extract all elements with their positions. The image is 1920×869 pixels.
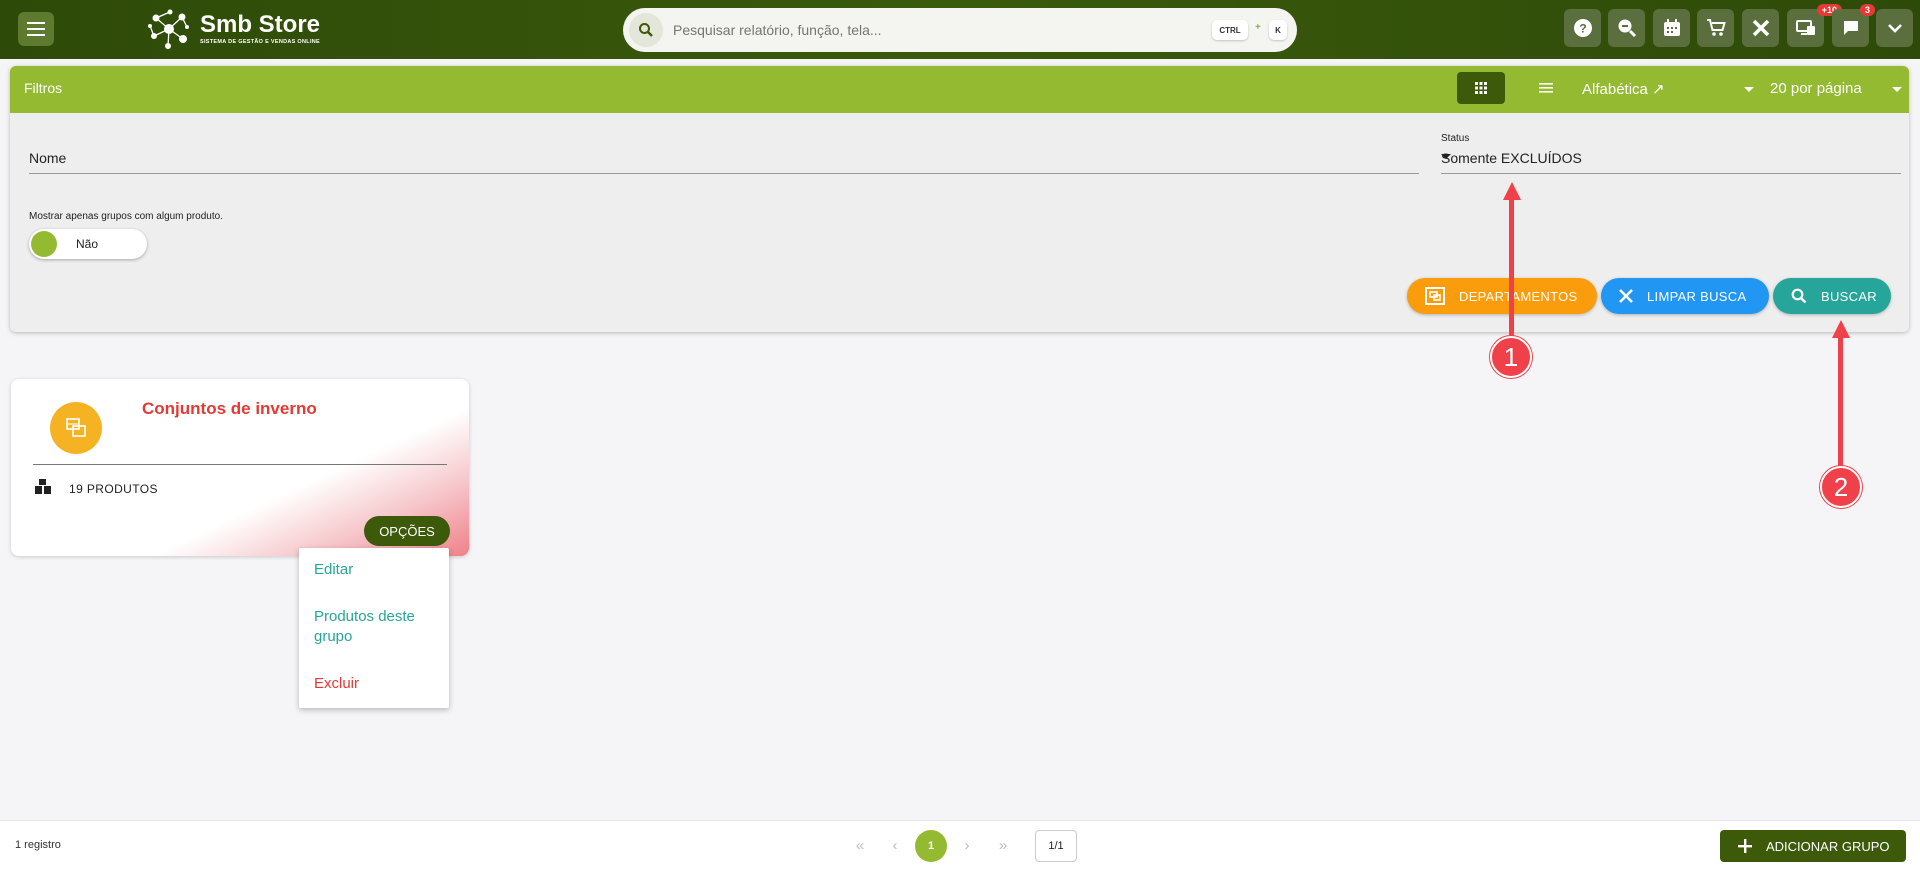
caret-down-icon <box>1892 87 1902 92</box>
tools-button[interactable] <box>1742 9 1779 47</box>
shortcut-ctrl-key: CTRL <box>1212 20 1248 40</box>
toggle-value: Não <box>76 237 99 251</box>
help-icon: ? <box>1573 19 1592 37</box>
list-icon <box>1539 83 1553 93</box>
menu-item-delete[interactable]: Excluir <box>314 674 359 694</box>
calendar-icon <box>1663 19 1680 36</box>
grid-view-button[interactable] <box>1457 72 1505 104</box>
logo-title: Smb Store <box>200 11 321 38</box>
chevron-down-icon <box>1887 24 1902 33</box>
departamentos-button[interactable]: DEPARTAMENTOS <box>1407 278 1597 314</box>
network-logo-icon <box>148 9 189 49</box>
filter-panel: Filtros Alfabética ↗ 20 por página Nome … <box>10 66 1909 332</box>
chat-badge: 3 <box>1859 4 1875 16</box>
last-page-icon[interactable]: » <box>991 833 1015 857</box>
marker-1: 1 <box>1490 336 1532 378</box>
add-group-button[interactable]: ADICIONAR GRUPO <box>1720 830 1906 862</box>
caret-down-icon <box>1744 87 1754 92</box>
arrow-2-line <box>1838 336 1843 470</box>
group-title[interactable]: Conjuntos de inverno <box>142 399 317 419</box>
search-input[interactable] <box>673 22 1173 38</box>
global-search[interactable]: CTRL + K <box>623 8 1297 52</box>
limpar-busca-label: LIMPAR BUSCA <box>1647 288 1747 304</box>
boxes-icon <box>33 478 53 501</box>
zoom-search-icon <box>1618 19 1636 38</box>
group-card[interactable]: Conjuntos de inverno 19 PRODUTOS OPÇÕES <box>11 379 469 556</box>
footer: 1 registro « ‹ 1 › » 1/1 ADICIONAR GRUPO <box>0 820 1920 869</box>
prev-page-icon[interactable]: ‹ <box>883 833 907 857</box>
menu-item-products[interactable]: Produtos deste grupo <box>314 607 434 647</box>
toggle-knob[interactable] <box>31 231 57 257</box>
status-select[interactable]: Somente EXCLUÍDOS <box>1441 146 1901 174</box>
only-with-products-toggle[interactable]: Não <box>29 229 147 259</box>
current-page[interactable]: 1 <box>915 830 947 862</box>
calendar-button[interactable] <box>1653 9 1690 47</box>
filter-title: Filtros <box>24 80 63 96</box>
cart-icon <box>1706 19 1726 36</box>
status-value: Somente EXCLUÍDOS <box>1441 150 1582 166</box>
chat-icon <box>1843 21 1858 35</box>
buscar-button[interactable]: BUSCAR <box>1773 278 1891 314</box>
grid-icon <box>1475 82 1487 94</box>
plus-icon <box>1738 839 1752 853</box>
zoom-search-button[interactable] <box>1608 9 1645 47</box>
page-total[interactable]: 1/1 <box>1035 830 1077 862</box>
caret-down-icon <box>1441 154 1451 159</box>
top-bar: Smb Store SISTEMA DE GESTÃO E VENDAS ONL… <box>0 0 1920 59</box>
options-menu: Editar Produtos deste grupo Excluir <box>299 548 449 708</box>
nome-field[interactable]: Nome <box>29 140 1419 174</box>
shortcut-k-key: K <box>1269 20 1287 40</box>
logo[interactable]: Smb Store SISTEMA DE GESTÃO E VENDAS ONL… <box>146 6 320 52</box>
first-page-icon[interactable]: « <box>848 833 872 857</box>
screens-icon <box>1795 20 1815 35</box>
chat-button[interactable]: 3 <box>1832 4 1875 47</box>
options-button[interactable]: OPÇÕES <box>364 516 450 546</box>
hamburger-menu-button[interactable] <box>18 12 54 46</box>
card-divider <box>33 464 447 465</box>
shortcut-plus: + <box>1255 22 1261 33</box>
arrow-1-line <box>1509 198 1514 340</box>
svg-text:?: ? <box>1579 22 1586 36</box>
help-button[interactable]: ? <box>1564 9 1601 47</box>
status-label: Status <box>1441 133 1470 144</box>
departments-icon <box>1425 287 1445 305</box>
screens-button[interactable]: +10 <box>1787 4 1842 47</box>
nome-label: Nome <box>29 150 67 166</box>
search-icon <box>1791 288 1807 304</box>
list-view-button[interactable] <box>1526 72 1566 104</box>
menu-item-edit[interactable]: Editar <box>314 560 353 580</box>
tools-icon <box>1752 19 1769 37</box>
sort-value: Alfabética ↗ <box>1582 81 1665 98</box>
cart-button[interactable] <box>1697 9 1734 47</box>
limpar-busca-button[interactable]: LIMPAR BUSCA <box>1601 278 1769 314</box>
group-avatar <box>50 402 102 454</box>
add-group-label: ADICIONAR GRUPO <box>1766 838 1890 854</box>
per-page-select[interactable]: 20 por página <box>1770 80 1906 102</box>
next-page-icon[interactable]: › <box>955 833 979 857</box>
group-icon <box>66 418 86 437</box>
buscar-label: BUSCAR <box>1821 288 1877 304</box>
logo-subtitle: SISTEMA DE GESTÃO E VENDAS ONLINE <box>200 39 321 45</box>
records-count: 1 registro <box>15 839 61 851</box>
marker-2: 2 <box>1820 466 1862 508</box>
departamentos-label: DEPARTAMENTOS <box>1459 288 1578 304</box>
per-page-value: 20 por página <box>1770 80 1862 97</box>
filter-header: Filtros Alfabética ↗ 20 por página <box>10 66 1909 113</box>
account-menu-button[interactable] <box>1876 9 1913 47</box>
toggle-label: Mostrar apenas grupos com algum produto. <box>29 211 223 222</box>
products-count: 19 PRODUTOS <box>69 482 158 496</box>
hamburger-icon <box>27 22 45 36</box>
close-icon <box>1619 289 1633 303</box>
search-icon[interactable] <box>629 13 663 47</box>
sort-select[interactable]: Alfabética ↗ <box>1582 80 1758 102</box>
